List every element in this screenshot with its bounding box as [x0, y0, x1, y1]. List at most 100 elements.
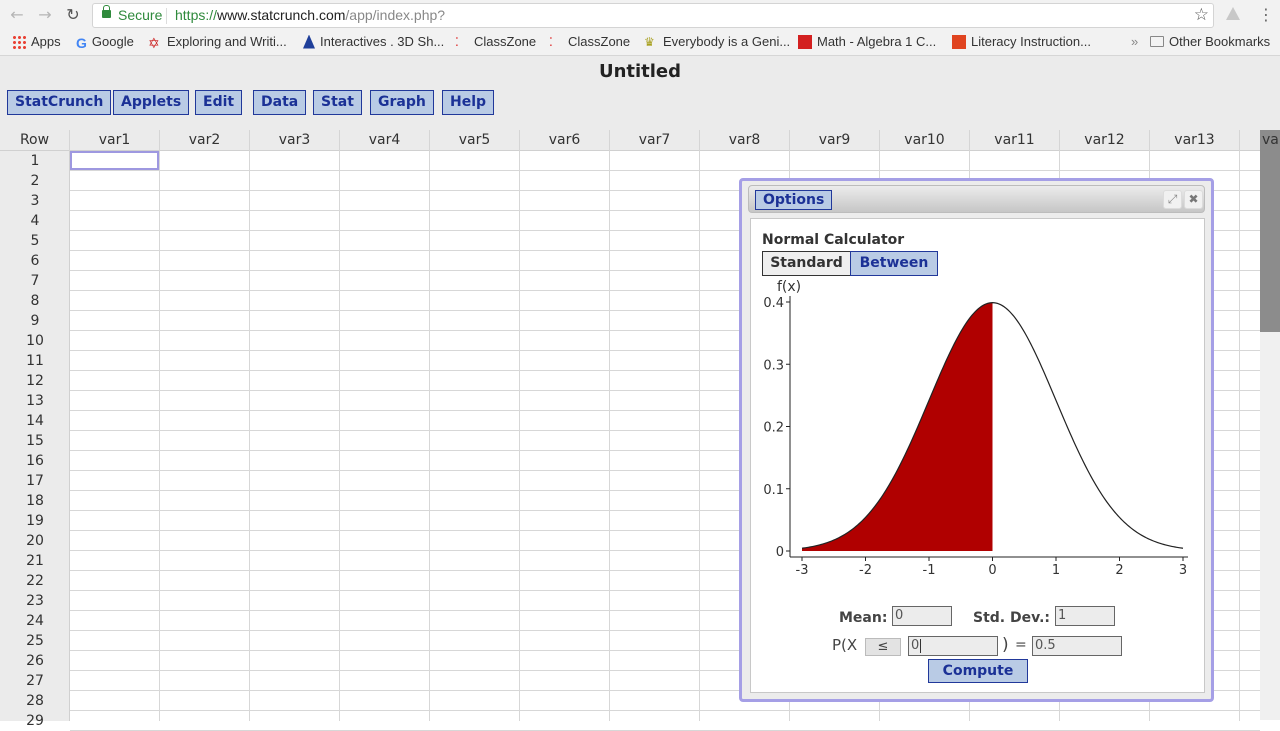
- expand-icon[interactable]: ⤢: [1163, 190, 1182, 209]
- menu-graph[interactable]: Graph: [370, 90, 434, 115]
- compute-button[interactable]: Compute: [928, 659, 1028, 683]
- column-header-var6[interactable]: var6: [520, 130, 610, 151]
- row-number[interactable]: 2: [0, 171, 70, 191]
- menu-stat[interactable]: Stat: [313, 90, 362, 115]
- column-header-var1[interactable]: var1: [70, 130, 160, 151]
- bookmark-label: Apps: [31, 34, 61, 49]
- column-header-var3[interactable]: var3: [250, 130, 340, 151]
- apps-grid-icon: [12, 34, 26, 49]
- row-number[interactable]: 1: [0, 151, 70, 171]
- bookmark-classzone-2[interactable]: ⁚ ClassZone: [549, 34, 630, 49]
- other-bookmarks[interactable]: Other Bookmarks: [1150, 34, 1270, 49]
- menu-edit[interactable]: Edit: [195, 90, 243, 115]
- bookmark-exploring[interactable]: ✡ Exploring and Writi...: [148, 34, 287, 51]
- address-bar[interactable]: Secure https://www.statcrunch.com/app/in…: [92, 3, 1214, 28]
- row-number[interactable]: 8: [0, 291, 70, 311]
- row-number[interactable]: 24: [0, 611, 70, 631]
- result-output[interactable]: 0.5: [1032, 636, 1122, 656]
- row-number[interactable]: 4: [0, 211, 70, 231]
- column-header-var12[interactable]: var12: [1060, 130, 1150, 151]
- dialog-titlebar[interactable]: Options ⤢ ✖: [748, 185, 1205, 213]
- row-number[interactable]: 12: [0, 371, 70, 391]
- row-number[interactable]: 29: [0, 711, 70, 731]
- std-dev-input[interactable]: 1: [1055, 606, 1115, 626]
- column-header-var13[interactable]: var13: [1150, 130, 1240, 151]
- row-number[interactable]: 13: [0, 391, 70, 411]
- row-number[interactable]: 14: [0, 411, 70, 431]
- back-arrow-icon[interactable]: ←: [6, 5, 28, 25]
- row-number[interactable]: 7: [0, 271, 70, 291]
- row-number[interactable]: 28: [0, 691, 70, 711]
- row-number[interactable]: 21: [0, 551, 70, 571]
- row-number[interactable]: 25: [0, 631, 70, 651]
- genius-icon: ♛: [644, 34, 655, 49]
- forward-arrow-icon[interactable]: →: [34, 5, 56, 25]
- row-number[interactable]: 18: [0, 491, 70, 511]
- row-number[interactable]: 23: [0, 591, 70, 611]
- classzone-icon: ⁚: [455, 34, 459, 49]
- menu-statcrunch[interactable]: StatCrunch: [7, 90, 112, 115]
- bookmark-google[interactable]: G Google: [76, 34, 134, 51]
- row-number[interactable]: 19: [0, 511, 70, 531]
- column-header-var5[interactable]: var5: [430, 130, 520, 151]
- row-number[interactable]: 26: [0, 651, 70, 671]
- row-number[interactable]: 22: [0, 571, 70, 591]
- browser-toolbar: ← → ↻ Secure https://www.statcrunch.com/…: [0, 0, 1280, 56]
- x-tick-label: 1: [1052, 563, 1060, 578]
- row-number[interactable]: 5: [0, 231, 70, 251]
- menu-help[interactable]: Help: [442, 90, 495, 115]
- close-icon[interactable]: ✖: [1184, 190, 1203, 209]
- browser-menu-icon[interactable]: ⋮: [1258, 4, 1274, 26]
- tab-between[interactable]: Between: [850, 251, 938, 276]
- row-number[interactable]: 6: [0, 251, 70, 271]
- bookmark-label: Exploring and Writi...: [167, 34, 287, 49]
- grid-line: [609, 151, 610, 721]
- scrollbar-thumb[interactable]: [1260, 130, 1280, 332]
- menu-applets[interactable]: Applets: [113, 90, 190, 115]
- bookmark-label: Google: [91, 34, 134, 49]
- address-separator: [166, 8, 167, 24]
- bookmark-math-algebra[interactable]: Math - Algebra 1 C...: [798, 34, 936, 49]
- x-variable: X: [846, 636, 858, 654]
- p-open: P(: [832, 636, 847, 654]
- reload-icon[interactable]: ↻: [62, 5, 84, 25]
- column-header-var7[interactable]: var7: [610, 130, 700, 151]
- bookmark-star-icon[interactable]: ☆: [1194, 5, 1209, 25]
- column-header-var9[interactable]: var9: [790, 130, 880, 151]
- text-cursor: [920, 638, 922, 653]
- bookmark-literacy[interactable]: Literacy Instruction...: [952, 34, 1091, 49]
- column-header-partial[interactable]: va: [1262, 130, 1279, 151]
- bookmark-interactives[interactable]: Interactives . 3D Sh...: [303, 34, 444, 49]
- row-number[interactable]: 17: [0, 471, 70, 491]
- row-number[interactable]: 9: [0, 311, 70, 331]
- row-number[interactable]: 16: [0, 451, 70, 471]
- column-header-var11[interactable]: var11: [970, 130, 1060, 151]
- folder-icon: [1150, 36, 1164, 47]
- bookmarks-overflow-button[interactable]: »: [1131, 34, 1138, 49]
- mean-input[interactable]: 0: [892, 606, 952, 626]
- inequality-operator-select[interactable]: ≤: [865, 638, 901, 656]
- tab-standard[interactable]: Standard: [762, 251, 851, 276]
- x-tick-label: 0: [988, 563, 996, 578]
- row-number[interactable]: 20: [0, 531, 70, 551]
- column-header-var4[interactable]: var4: [340, 130, 430, 151]
- row-number[interactable]: 3: [0, 191, 70, 211]
- row-number[interactable]: 27: [0, 671, 70, 691]
- row-number[interactable]: 11: [0, 351, 70, 371]
- bookmark-apps[interactable]: Apps: [12, 34, 61, 49]
- drive-extension-icon[interactable]: [1226, 7, 1240, 20]
- row-number[interactable]: 15: [0, 431, 70, 451]
- menu-data[interactable]: Data: [253, 90, 307, 115]
- interactives-icon: [303, 34, 315, 49]
- column-header-var2[interactable]: var2: [160, 130, 250, 151]
- bookmark-classzone-1[interactable]: ⁚ ClassZone: [455, 34, 536, 49]
- row-number[interactable]: 10: [0, 331, 70, 351]
- options-button[interactable]: Options: [755, 190, 833, 210]
- url-text[interactable]: https://www.statcrunch.com/app/index.php…: [175, 7, 445, 23]
- selected-cell[interactable]: [70, 151, 159, 170]
- normal-calculator-dialog: Options ⤢ ✖ Normal Calculator Standard B…: [739, 178, 1214, 702]
- bookmark-everybody-genius[interactable]: ♛ Everybody is a Geni...: [644, 34, 790, 49]
- column-header-var8[interactable]: var8: [700, 130, 790, 151]
- x-value-input[interactable]: 0: [908, 636, 998, 656]
- column-header-var10[interactable]: var10: [880, 130, 970, 151]
